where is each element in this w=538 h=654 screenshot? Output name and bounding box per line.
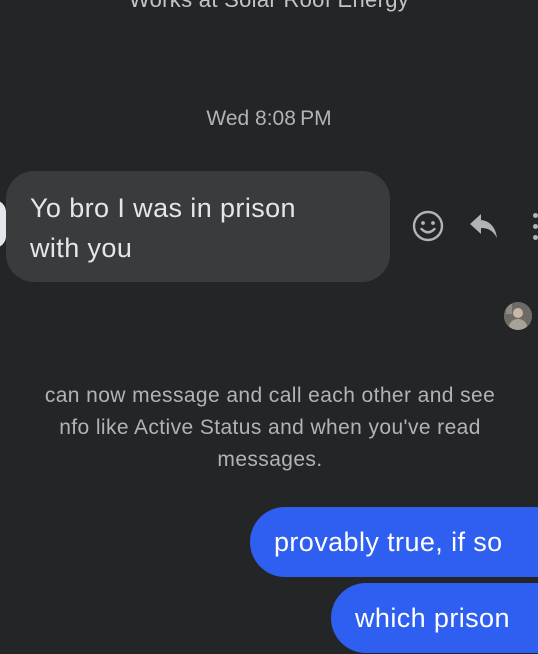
notice-line: messages.: [217, 448, 323, 471]
incoming-message-line: Yo bro I was in prison: [30, 193, 296, 223]
profile-works-at: Works at Solar Roof Energy: [0, 0, 538, 14]
react-button[interactable]: [410, 208, 446, 244]
incoming-message-line: with you: [30, 233, 133, 263]
outgoing-message-text: provably true, if so: [274, 527, 503, 557]
outgoing-message-bubble[interactable]: which prison: [331, 583, 538, 653]
outgoing-message-bubble[interactable]: provably true, if so: [250, 507, 538, 577]
incoming-message-bubble[interactable]: Yo bro I was in prison with you: [6, 171, 390, 282]
read-receipt-avatar: [504, 302, 532, 330]
smiley-icon: [412, 210, 444, 242]
more-options-button[interactable]: [528, 208, 538, 244]
connection-notice: can now message and call each other and …: [0, 380, 538, 476]
reply-arrow-icon: [470, 214, 497, 238]
reply-button[interactable]: [466, 208, 502, 244]
outgoing-message-text: which prison: [355, 603, 510, 633]
message-timestamp: Wed 8:08 PM: [206, 107, 332, 130]
more-vertical-icon: [532, 212, 538, 240]
notice-line: nfo like Active Status and when you've r…: [59, 416, 481, 439]
notice-line: can now message and call each other and …: [44, 384, 496, 407]
conversation-view: Works at Solar Roof Energy Wed 8:08 PM Y…: [0, 0, 538, 654]
